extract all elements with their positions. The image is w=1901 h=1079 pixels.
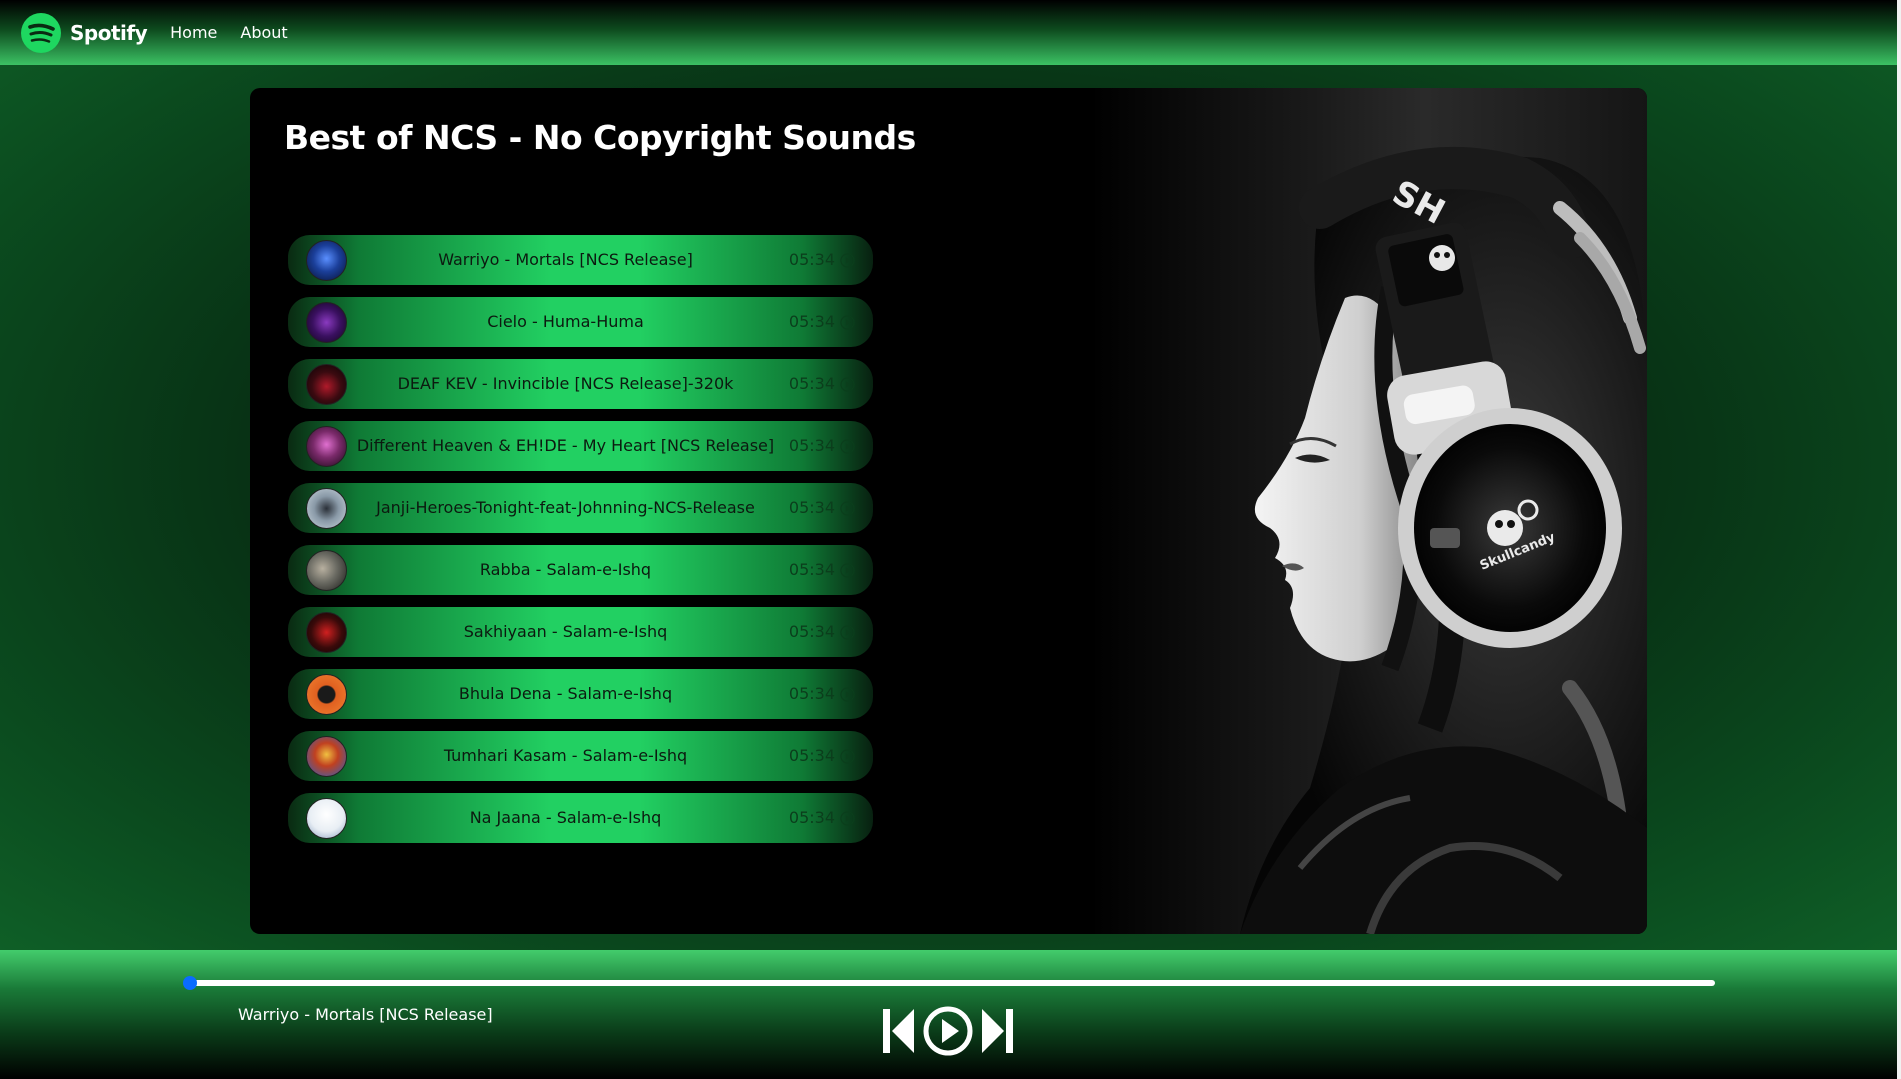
nav-link-about[interactable]: About xyxy=(240,23,287,42)
play-circle-icon[interactable] xyxy=(840,749,855,764)
progress-bar[interactable] xyxy=(188,980,1715,986)
playlist-container: Best of NCS - No Copyright Sounds Warriy… xyxy=(250,88,1647,934)
song-cover-image xyxy=(306,426,347,467)
song-cover-image xyxy=(306,240,347,281)
nav-link-home[interactable]: Home xyxy=(170,23,217,42)
song-cover-image xyxy=(306,302,347,343)
song-item[interactable]: Rabba - Salam-e-Ishq 05:34 xyxy=(288,545,873,595)
song-duration: 05:34 xyxy=(788,498,835,517)
song-item[interactable]: Cielo - Huma-Huma 05:34 xyxy=(288,297,873,347)
song-name: Tumhari Kasam - Salam-e-Ishq xyxy=(443,746,688,765)
play-circle-icon[interactable] xyxy=(840,439,855,454)
song-duration: 05:34 xyxy=(788,622,835,641)
song-name: Janji-Heroes-Tonight-feat-Johnning-NCS-R… xyxy=(376,498,755,517)
song-cover-image xyxy=(306,612,347,653)
song-cover-image xyxy=(306,736,347,777)
play-circle-icon[interactable] xyxy=(840,687,855,702)
player-controls xyxy=(882,1005,1014,1057)
song-item[interactable]: DEAF KEV - Invincible [NCS Release]-320k… xyxy=(288,359,873,409)
song-cover-image xyxy=(306,798,347,839)
song-item[interactable]: Sakhiyaan - Salam-e-Ishq 05:34 xyxy=(288,607,873,657)
song-cover-image xyxy=(306,550,347,591)
brand-name: Spotify xyxy=(70,20,148,45)
song-name: Rabba - Salam-e-Ishq xyxy=(479,560,652,579)
logo[interactable]: Spotify xyxy=(20,12,148,54)
song-cover-image xyxy=(306,364,347,405)
song-item[interactable]: Warriyo - Mortals [NCS Release] 05:34 xyxy=(288,235,873,285)
page-scrollbar[interactable] xyxy=(1897,0,1901,1079)
play-circle-icon[interactable] xyxy=(840,811,855,826)
song-duration: 05:34 xyxy=(788,560,835,579)
play-circle-icon[interactable] xyxy=(840,377,855,392)
next-icon[interactable] xyxy=(980,1008,1014,1054)
song-duration: 05:34 xyxy=(788,808,835,827)
song-duration: 05:34 xyxy=(788,684,835,703)
song-duration: 05:34 xyxy=(788,250,835,269)
song-item[interactable]: Na Jaana - Salam-e-Ishq 05:34 xyxy=(288,793,873,843)
play-icon[interactable] xyxy=(922,1005,974,1057)
song-name: Cielo - Huma-Huma xyxy=(487,312,644,331)
song-cover-image xyxy=(306,488,347,529)
navbar: Spotify Home About xyxy=(0,0,1897,65)
play-circle-icon[interactable] xyxy=(840,315,855,330)
playlist-title: Best of NCS - No Copyright Sounds xyxy=(284,118,916,157)
now-playing-title: Warriyo - Mortals [NCS Release] xyxy=(238,1005,493,1024)
song-item[interactable]: Different Heaven & EH!DE - My Heart [NCS… xyxy=(288,421,873,471)
song-name: Sakhiyaan - Salam-e-Ishq xyxy=(463,622,668,641)
song-duration: 05:34 xyxy=(788,312,835,331)
play-circle-icon[interactable] xyxy=(840,563,855,578)
song-duration: 05:34 xyxy=(788,374,835,393)
progress-thumb[interactable] xyxy=(183,976,197,990)
play-circle-icon[interactable] xyxy=(840,501,855,516)
song-name: Na Jaana - Salam-e-Ishq xyxy=(469,808,662,827)
playlist-cover-photo: SH Skullcandy xyxy=(1090,88,1647,934)
previous-icon[interactable] xyxy=(882,1008,916,1054)
song-name: Warriyo - Mortals [NCS Release] xyxy=(438,250,693,269)
song-duration: 05:34 xyxy=(788,436,835,455)
song-cover-image xyxy=(306,674,347,715)
song-name: DEAF KEV - Invincible [NCS Release]-320k xyxy=(397,374,734,393)
song-list: Warriyo - Mortals [NCS Release] 05:34 Ci… xyxy=(288,235,873,855)
player-bar: Warriyo - Mortals [NCS Release] xyxy=(0,950,1897,1079)
song-name: Bhula Dena - Salam-e-Ishq xyxy=(458,684,673,703)
play-circle-icon[interactable] xyxy=(840,253,855,268)
spotify-logo-icon xyxy=(21,12,61,53)
song-item[interactable]: Bhula Dena - Salam-e-Ishq 05:34 xyxy=(288,669,873,719)
song-duration: 05:34 xyxy=(788,746,835,765)
play-circle-icon[interactable] xyxy=(840,625,855,640)
song-item[interactable]: Janji-Heroes-Tonight-feat-Johnning-NCS-R… xyxy=(288,483,873,533)
song-name: Different Heaven & EH!DE - My Heart [NCS… xyxy=(356,436,775,455)
song-item[interactable]: Tumhari Kasam - Salam-e-Ishq 05:34 xyxy=(288,731,873,781)
